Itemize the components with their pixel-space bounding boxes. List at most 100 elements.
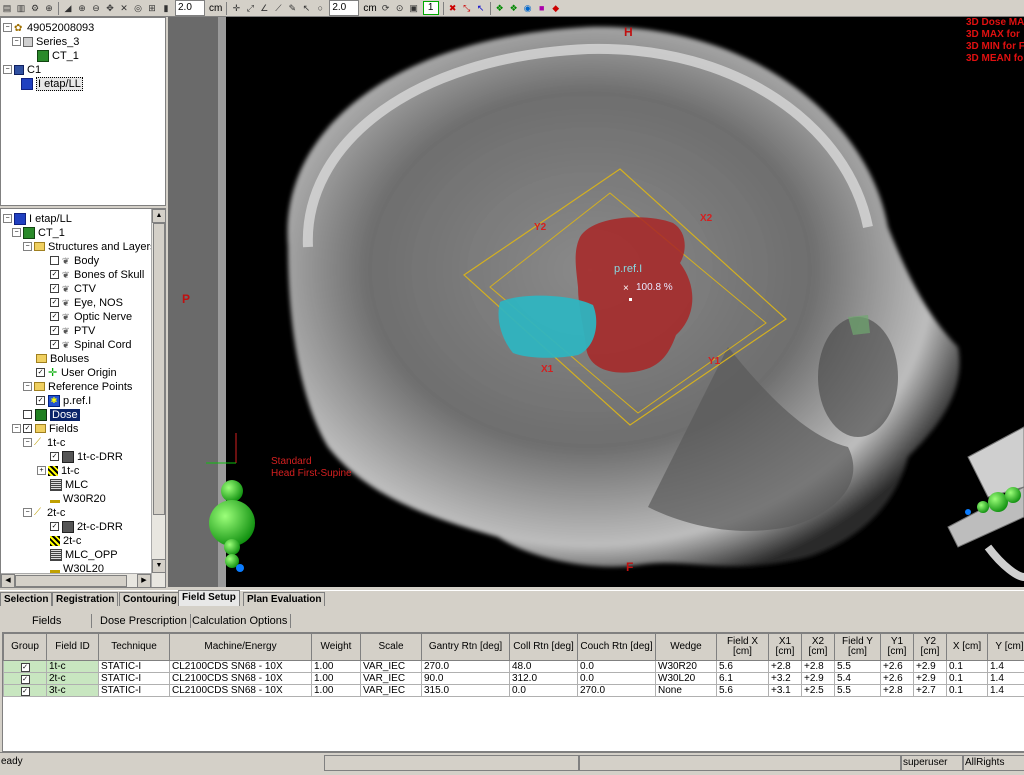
table-cell[interactable]: 90.0 [422,673,510,685]
tree-node-ref-points[interactable]: − Reference Points [23,380,132,393]
visibility-checkbox[interactable] [23,410,32,419]
tree-node-drr-1[interactable]: ✓ 1t-c-DRR [50,450,123,463]
table-row[interactable]: ✓3t-cSTATIC-ICL2100CDS SN68 - 10X1.00VAR… [4,685,1024,697]
table-cell[interactable]: 5.6 [717,685,769,697]
table-cell[interactable]: +2.8 [802,661,835,673]
tree-node-mlc-2[interactable]: MLC_OPP [50,548,118,561]
table-cell[interactable]: 0.1 [947,673,988,685]
table-cell[interactable]: 0.0 [578,673,656,685]
tree-node-field-2[interactable]: − ⟋ 2t-c [23,506,65,519]
3d-viewer[interactable]: H P F 3D Dose MA 3D MAX for 3D MIN for F… [168,17,1024,587]
refresh-icon[interactable]: ⟳ [380,3,391,14]
table-cell[interactable]: 1.4 [988,673,1024,685]
table-cell[interactable]: None [656,685,717,697]
tree-node-pref[interactable]: ✓ ✱ p.ref.I [36,394,91,407]
visibility-checkbox[interactable]: ✓ [50,312,59,321]
visibility-checkbox[interactable]: ✓ [50,522,59,531]
column-header[interactable]: Machine/Energy [170,634,312,661]
table-cell[interactable]: 315.0 [422,685,510,697]
tree-node-drr-2[interactable]: ✓ 2t-c-DRR [50,520,123,533]
pointer-icon[interactable]: ↖ [301,3,312,14]
table-cell[interactable]: 312.0 [510,673,578,685]
table-cell[interactable]: VAR_IEC [361,661,422,673]
table-cell[interactable]: W30R20 [656,661,717,673]
table-cell[interactable]: STATIC-I [99,673,170,685]
group-cell[interactable]: ✓ [4,673,47,685]
column-header[interactable]: Field ID [47,634,99,661]
tab-contouring[interactable]: Contouring [119,592,181,606]
table-cell[interactable]: +2.9 [914,673,947,685]
scroll-left-icon[interactable]: ◀ [1,574,15,588]
tree-node-bones[interactable]: ✓ ❦ Bones of Skull [50,268,144,281]
margin-input[interactable] [329,0,359,16]
pan-icon[interactable]: ✥ [105,3,116,14]
visibility-checkbox[interactable]: ✓ [50,340,59,349]
visibility-checkbox[interactable] [50,256,59,265]
table-cell[interactable]: STATIC-I [99,661,170,673]
table-cell[interactable]: 2t-c [47,673,99,685]
view-beams-icon[interactable]: ❖ [508,3,519,14]
table-cell[interactable]: +3.2 [769,673,802,685]
circle-icon[interactable]: ○ [315,3,326,14]
visibility-checkbox[interactable]: ✓ [50,326,59,335]
tree-node-wedge-1[interactable]: W30R20 [50,492,106,505]
table-cell[interactable]: 0.1 [947,685,988,697]
tree-node-mlc-1[interactable]: MLC [50,478,88,491]
scrollbar-thumb[interactable] [153,223,165,515]
table-cell[interactable]: +2.6 [881,661,914,673]
table-cell[interactable]: 48.0 [510,661,578,673]
column-header[interactable]: Scale [361,634,422,661]
tab-dose-prescription[interactable]: Dose Prescription [97,614,191,628]
table-cell[interactable]: 5.4 [835,673,881,685]
draw-icon[interactable]: ✎ [287,3,298,14]
visibility-checkbox[interactable]: ✓ [23,424,32,433]
tree-node-aperture-1[interactable]: + 1t-c [37,464,79,477]
tree-node-ct[interactable]: − CT_1 [12,226,65,239]
table-cell[interactable]: +2.9 [914,661,947,673]
angle-icon[interactable]: ∠ [259,3,270,14]
grid-icon[interactable]: ⊞ [147,3,158,14]
ruler-icon[interactable]: ▮ [161,3,172,14]
column-header[interactable]: Field Y [cm] [835,634,881,661]
tree-node-aperture-2[interactable]: 2t-c [50,534,81,547]
colormap-icon[interactable]: ◆ [550,3,561,14]
grid-spacing-input[interactable] [175,0,205,16]
table-cell[interactable]: VAR_IEC [361,685,422,697]
beam-axis-icon[interactable]: ✖ [447,3,458,14]
tree-node-series[interactable]: − Series_3 [12,35,79,48]
table-row[interactable]: ✓2t-cSTATIC-ICL2100CDS SN68 - 10X1.00VAR… [4,673,1024,685]
tree-node-fields[interactable]: − ✓ Fields [12,422,78,435]
tree-node-optic-nerve[interactable]: ✓ ❦ Optic Nerve [50,310,132,323]
collapse-toggle-icon[interactable]: − [12,37,21,46]
table-cell[interactable]: 6.1 [717,673,769,685]
group-cell[interactable]: ✓ [4,685,47,697]
settings-icon[interactable]: ⚙ [30,3,41,14]
table-cell[interactable]: 1.4 [988,685,1024,697]
visibility-checkbox[interactable]: ✓ [50,298,59,307]
table-cell[interactable]: +2.5 [802,685,835,697]
table-cell[interactable]: W30L20 [656,673,717,685]
table-cell[interactable]: CL2100CDS SN68 - 10X [170,685,312,697]
column-header[interactable]: Y1 [cm] [881,634,914,661]
group-checkbox[interactable]: ✓ [21,687,30,696]
tree-node-eye[interactable]: ✓ ❦ Eye, NOS [50,296,123,309]
collapse-toggle-icon[interactable]: − [3,65,12,74]
tree-node-patient[interactable]: − ✿ 49052008093 [3,21,94,34]
table-cell[interactable]: CL2100CDS SN68 - 10X [170,661,312,673]
table-cell[interactable]: 0.0 [578,661,656,673]
table-cell[interactable]: VAR_IEC [361,673,422,685]
table-cell[interactable]: +2.9 [802,673,835,685]
view-3d-icon[interactable]: ❖ [494,3,505,14]
cursor-icon[interactable]: ↖ [475,3,486,14]
lock-icon[interactable]: ⊕ [44,3,55,14]
scroll-right-icon[interactable]: ▶ [137,574,151,588]
group-cell[interactable]: ✓ [4,661,47,673]
column-header[interactable]: Y [cm] [988,634,1024,661]
tree-node-spinal-cord[interactable]: ✓ ❦ Spinal Cord [50,338,131,351]
view-solid-icon[interactable]: ◉ [522,3,533,14]
tab-field-setup[interactable]: Field Setup [178,590,240,606]
angle-tool-icon[interactable]: ⤡ [461,3,472,14]
visibility-checkbox[interactable]: ✓ [50,270,59,279]
table-cell[interactable]: 1.4 [988,661,1024,673]
tree-node-dose[interactable]: Dose [23,408,80,421]
